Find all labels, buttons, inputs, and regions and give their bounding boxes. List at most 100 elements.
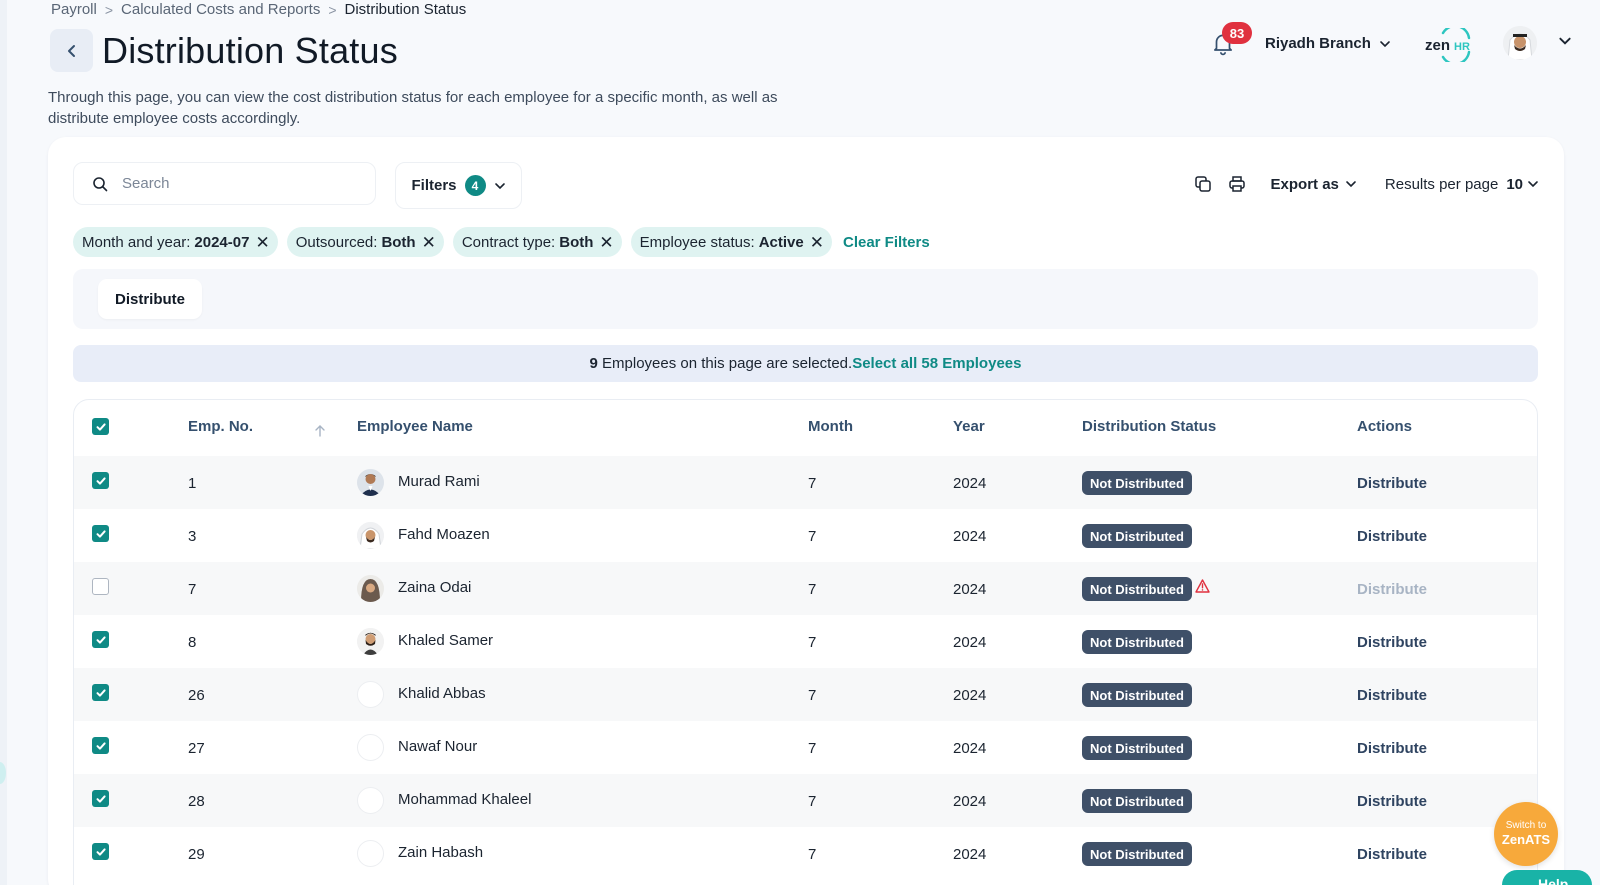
results-per-page-label: Results per page (1384, 175, 1499, 193)
check-icon (96, 794, 106, 803)
breadcrumb-payroll[interactable]: Payroll (51, 1, 97, 18)
status-badge: Not Distributed (1082, 471, 1192, 495)
breadcrumb-calculated-costs[interactable]: Calculated Costs and Reports (121, 1, 320, 18)
branch-selector[interactable]: Riyadh Branch (1265, 35, 1391, 52)
status-badge: Not Distributed (1082, 630, 1192, 654)
print-icon[interactable] (1227, 174, 1247, 194)
notification-count-badge: 83 (1222, 22, 1252, 44)
chip-value: 2024-07 (194, 233, 250, 251)
back-button[interactable] (50, 29, 93, 72)
row-checkbox[interactable] (92, 472, 109, 489)
employee-name-cell[interactable]: Fahd Moazen (398, 526, 490, 543)
row-checkbox[interactable] (92, 737, 109, 754)
employee-avatar (357, 628, 384, 655)
check-icon (96, 476, 106, 485)
chip-value: Both (559, 233, 594, 251)
zenhr-logo[interactable]: zen HR (1425, 24, 1475, 66)
sort-arrow-up-icon[interactable] (314, 424, 326, 438)
row-distribute-button[interactable]: Distribute (1357, 687, 1427, 704)
row-checkbox[interactable] (92, 525, 109, 542)
employees-table: Emp. No. Employee Name Month Year Distri… (73, 399, 1538, 885)
close-icon[interactable]: ✕ (255, 234, 269, 251)
emp-no-cell: 7 (188, 581, 197, 598)
clear-filters-link[interactable]: Clear Filters (843, 234, 930, 251)
zenats-label: ZenATS (1501, 832, 1551, 847)
employee-avatar (357, 522, 384, 549)
row-distribute-button[interactable]: Distribute (1357, 846, 1427, 863)
column-emp-no[interactable]: Emp. No. (188, 418, 253, 435)
switch-to-zenats-button[interactable]: Switch to ZenATS (1494, 802, 1558, 866)
column-month[interactable]: Month (808, 418, 853, 435)
bulk-distribute-button[interactable]: Distribute (98, 279, 202, 319)
row-checkbox[interactable] (92, 684, 109, 701)
status-badge: Not Distributed (1082, 683, 1192, 707)
table-row: 3 Fahd Moazen 7 2024 Not Distributed Distribu… (74, 509, 1537, 562)
row-checkbox[interactable] (92, 578, 109, 595)
month-cell: 7 (808, 475, 817, 492)
filters-count-badge: 4 (464, 175, 486, 196)
emp-no-cell: 1 (188, 475, 197, 492)
month-cell: 7 (808, 846, 817, 863)
select-all-checkbox[interactable] (92, 418, 109, 435)
warning-icon[interactable] (1195, 579, 1210, 593)
month-cell: 7 (808, 528, 817, 545)
year-cell: 2024 (953, 740, 987, 757)
row-distribute-button[interactable]: Distribute (1357, 793, 1427, 810)
copy-icon[interactable] (1193, 174, 1213, 194)
bulk-actions-bar: Distribute (73, 269, 1538, 329)
employee-name-cell[interactable]: Nawaf Nour (398, 738, 477, 755)
results-per-page-select[interactable]: 10 (1506, 176, 1539, 193)
row-distribute-button[interactable]: Distribute (1357, 740, 1427, 757)
chevron-left-icon (67, 44, 75, 57)
employee-name-cell[interactable]: Murad Rami (398, 473, 480, 490)
employee-name-cell[interactable]: Mohammad Khaleel (398, 791, 531, 808)
row-distribute-button[interactable]: Distribute (1357, 634, 1427, 651)
column-employee-name[interactable]: Employee Name (357, 418, 473, 435)
branch-label: Riyadh Branch (1265, 35, 1371, 52)
search-input[interactable] (122, 175, 342, 192)
column-actions: Actions (1357, 418, 1413, 435)
breadcrumb-separator: > (104, 1, 114, 18)
check-icon (96, 741, 106, 750)
active-filters: Month and year: 2024-07 ✕ Outsourced: Bo… (73, 227, 930, 257)
help-button[interactable]: Help (1502, 870, 1592, 885)
close-icon[interactable]: ✕ (810, 234, 824, 251)
export-as-dropdown[interactable]: Export as (1271, 176, 1357, 193)
breadcrumb-current: Distribution Status (344, 1, 467, 18)
chevron-down-icon (1380, 40, 1390, 47)
page-description: Through this page, you can view the cost… (48, 89, 778, 127)
user-avatar-image (1503, 26, 1537, 60)
check-icon (96, 529, 106, 538)
month-cell: 7 (808, 581, 817, 598)
row-checkbox[interactable] (92, 843, 109, 860)
selected-count: 9 (589, 355, 598, 372)
table-header: Emp. No. Employee Name Month Year Distri… (74, 400, 1537, 455)
row-checkbox[interactable] (92, 631, 109, 648)
employee-name-cell[interactable]: Khaled Samer (398, 632, 493, 649)
employee-name-cell[interactable]: Zain Habash (398, 844, 483, 861)
employee-name-cell[interactable]: Zaina Odai (398, 579, 471, 596)
search-box[interactable] (73, 162, 376, 205)
employee-avatar (357, 787, 384, 814)
check-icon (96, 847, 106, 856)
column-distribution-status[interactable]: Distribution Status (1082, 418, 1216, 435)
employee-name-cell[interactable]: Khalid Abbas (398, 685, 486, 702)
user-avatar[interactable] (1503, 26, 1537, 60)
row-checkbox[interactable] (92, 790, 109, 807)
select-all-link[interactable]: Select all 58 Employees (852, 355, 1021, 372)
filter-chip-month-year: Month and year: 2024-07 ✕ (73, 227, 278, 257)
emp-no-cell: 8 (188, 634, 197, 651)
chevron-down-icon[interactable] (1558, 34, 1572, 48)
close-icon[interactable]: ✕ (422, 234, 436, 251)
row-distribute-button[interactable]: Distribute (1357, 475, 1427, 492)
filters-button[interactable]: Filters 4 (395, 162, 522, 209)
row-distribute-button[interactable]: Distribute (1357, 528, 1427, 545)
column-year[interactable]: Year (953, 418, 985, 435)
switch-label: Switch to (1505, 820, 1547, 831)
emp-no-cell: 26 (188, 687, 205, 704)
row-distribute-button: Distribute (1357, 581, 1428, 598)
chevron-down-icon (1528, 181, 1538, 188)
close-icon[interactable]: ✕ (599, 234, 613, 251)
filter-chip-employee-status: Employee status: Active ✕ (630, 227, 832, 257)
month-cell: 7 (808, 740, 817, 757)
